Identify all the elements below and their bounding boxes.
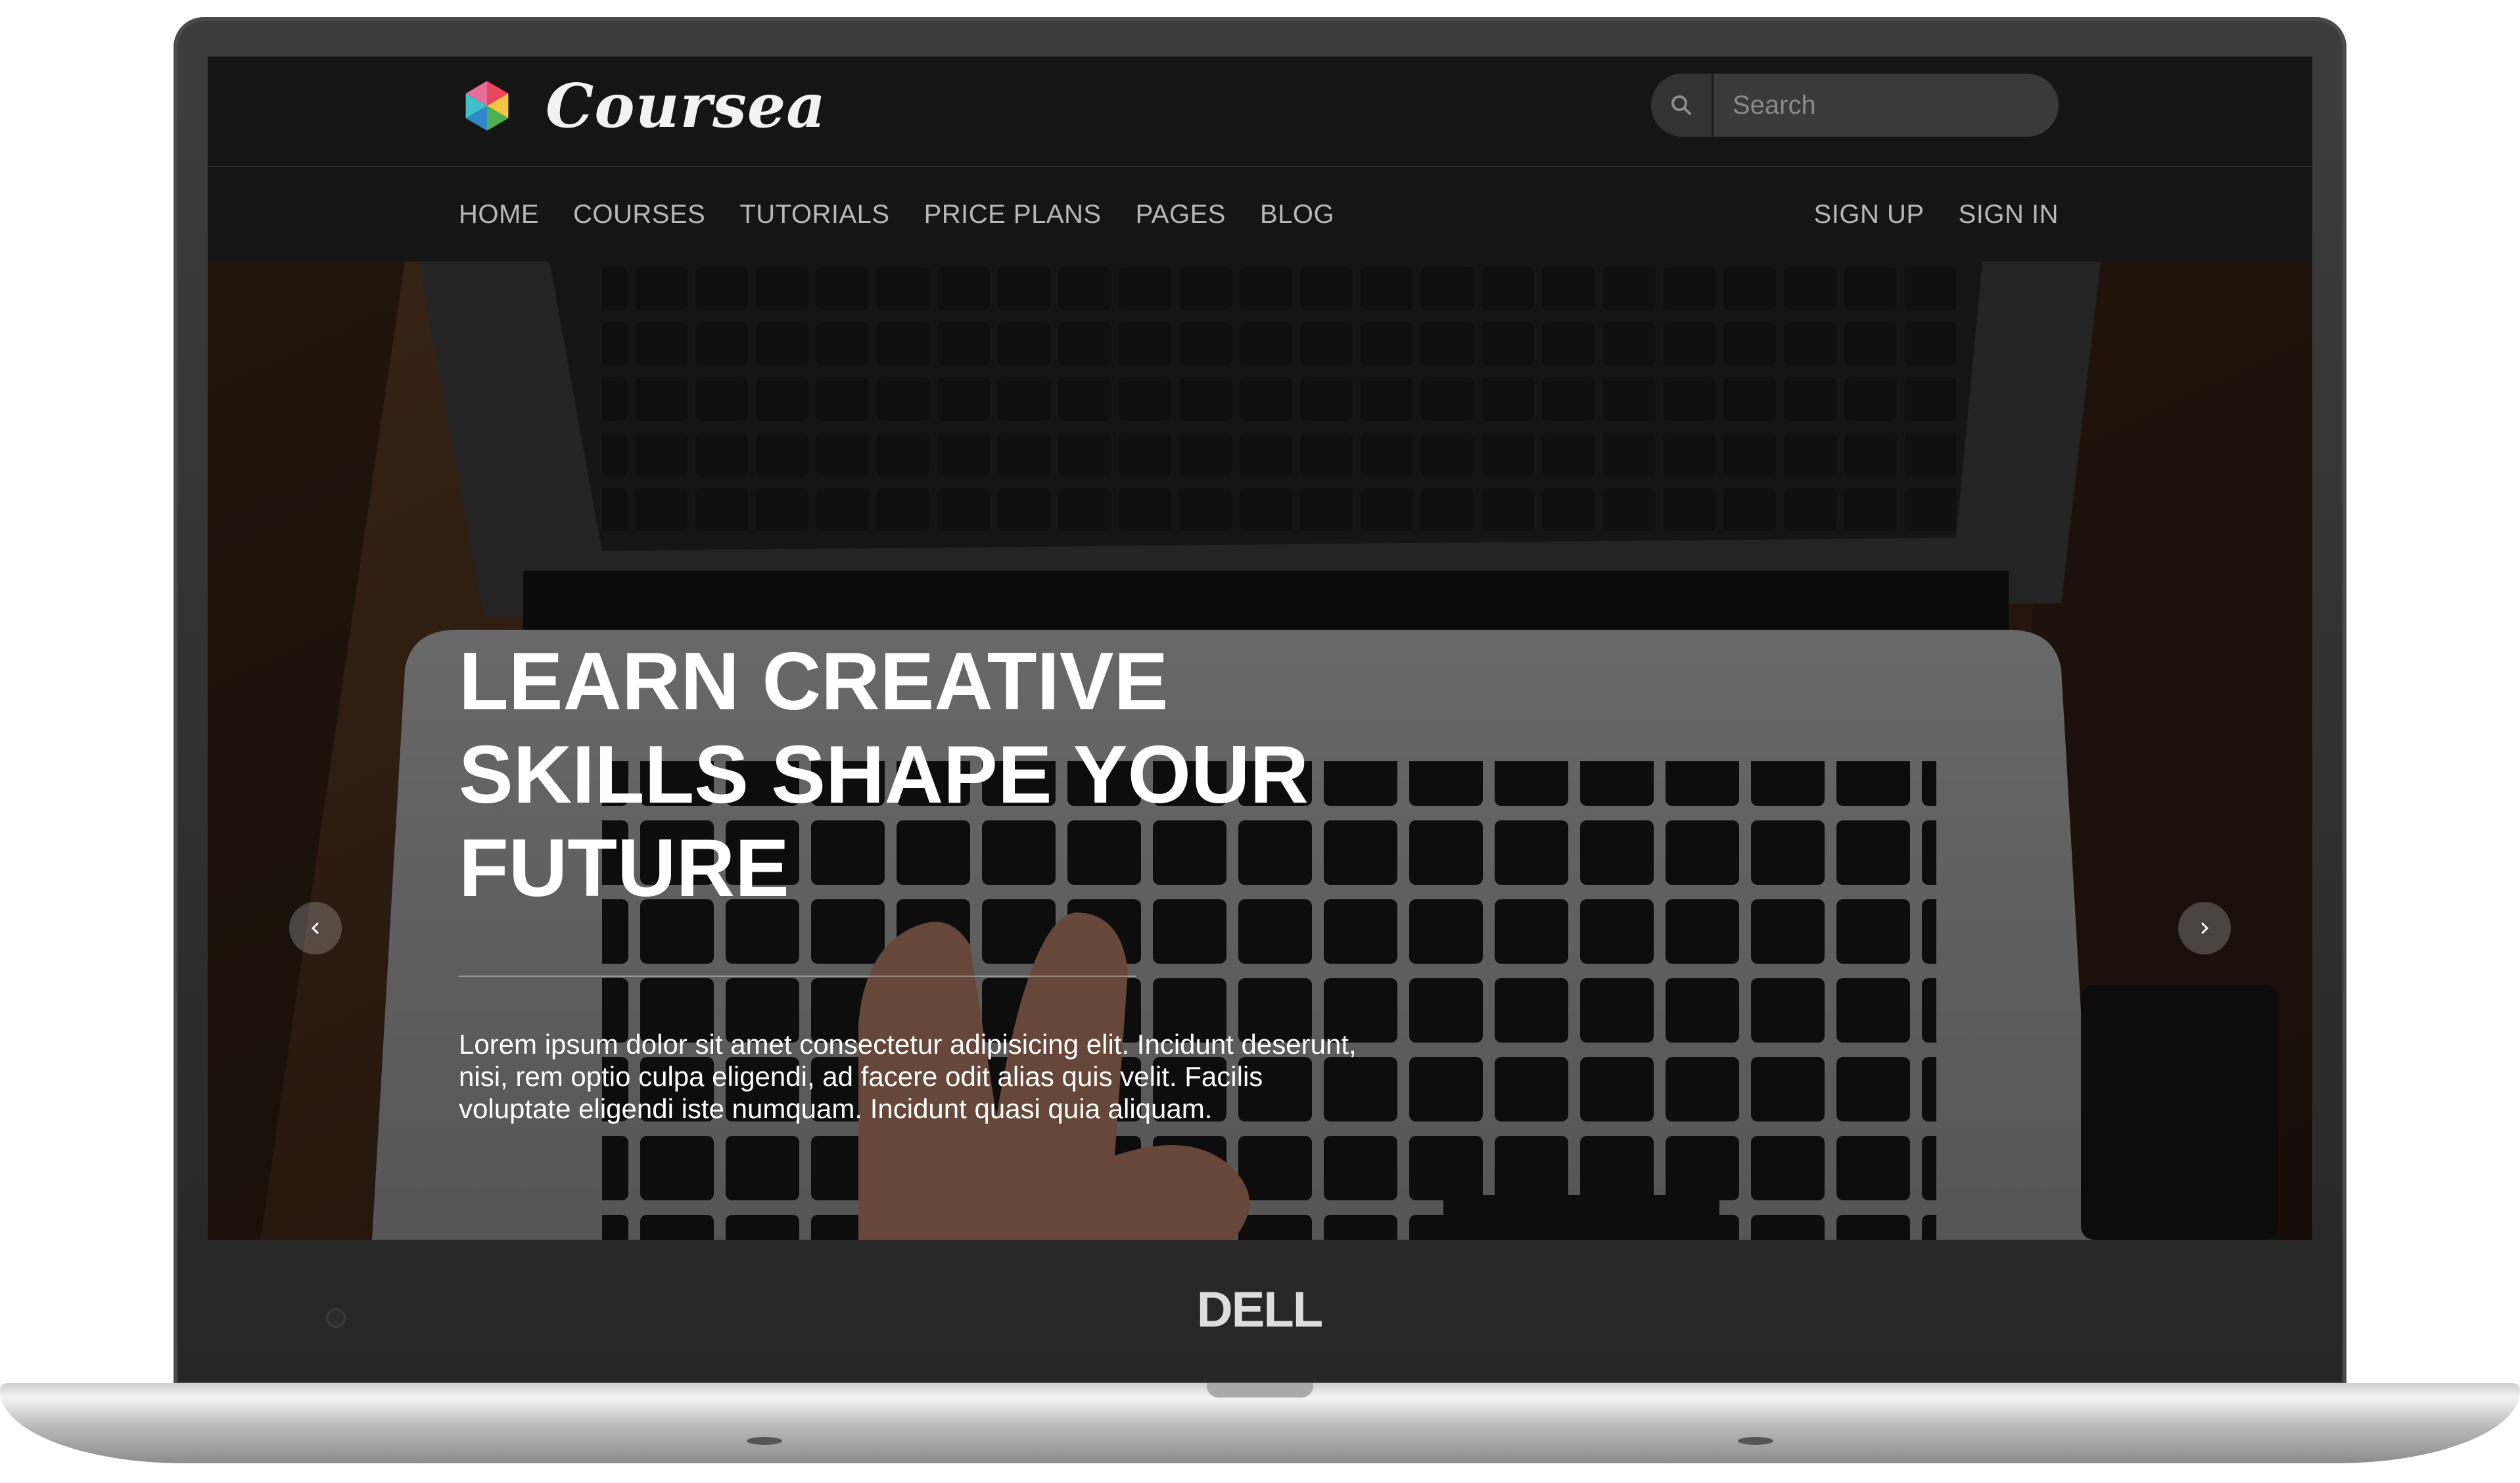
nav-home[interactable]: HOME xyxy=(459,200,539,229)
nav-left: HOME COURSES TUTORIALS PRICE PLANS PAGES… xyxy=(459,167,1334,262)
nav-blog[interactable]: BLOG xyxy=(1260,200,1334,229)
camera-icon xyxy=(326,1308,346,1328)
laptop-notch xyxy=(1207,1383,1313,1398)
laptop-screen: Coursea HOME COURSES TUTORIALS PRICE PLA… xyxy=(208,57,2312,1240)
logo-icon[interactable] xyxy=(457,76,517,135)
hero-text-line: nisi, rem optio culpa eligendi, ad facer… xyxy=(459,1061,1263,1092)
nav-pages[interactable]: PAGES xyxy=(1136,200,1226,229)
search-button[interactable] xyxy=(1651,74,1714,137)
hero-slider: LEARN CREATIVE SKILLS SHAPE YOUR FUTURE … xyxy=(208,262,2312,1240)
main-nav: HOME COURSES TUTORIALS PRICE PLANS PAGES… xyxy=(208,167,2312,262)
hero-title-line: FUTURE xyxy=(459,823,789,914)
hero-text-line: voluptate eligendi iste numquam. Incidun… xyxy=(459,1093,1213,1124)
laptop-foot xyxy=(1738,1437,1773,1445)
hero-divider xyxy=(459,976,1136,977)
nav-price-plans[interactable]: PRICE PLANS xyxy=(924,200,1102,229)
sign-up-link[interactable]: SIGN UP xyxy=(1814,200,1925,229)
slider-prev-button[interactable] xyxy=(289,902,342,954)
site-logo[interactable]: Coursea xyxy=(546,70,826,142)
brand-logo: DELL xyxy=(1196,1282,1323,1338)
search-box xyxy=(1651,74,2059,137)
hero-text-line: Lorem ipsum dolor sit amet consectetur a… xyxy=(459,1029,1357,1060)
nav-courses[interactable]: COURSES xyxy=(573,200,705,229)
nav-right: SIGN UP SIGN IN xyxy=(1814,167,2059,262)
hero-title-line: SKILLS SHAPE YOUR xyxy=(459,730,1309,820)
hero-title-line: LEARN CREATIVE xyxy=(459,636,1169,727)
search-icon xyxy=(1671,95,1691,115)
hero-description: Lorem ipsum dolor sit amet consectetur a… xyxy=(459,1028,1432,1125)
hero-title: LEARN CREATIVE SKILLS SHAPE YOUR FUTURE xyxy=(459,635,1445,915)
site-header: Coursea xyxy=(208,57,2312,167)
nav-tutorials[interactable]: TUTORIALS xyxy=(739,200,889,229)
search-input[interactable] xyxy=(1714,74,2059,137)
sign-in-link[interactable]: SIGN IN xyxy=(1959,200,2059,229)
laptop-mockup: DELL Coursea Search HOME COURSES TUTORIA… xyxy=(0,0,2520,1483)
chevron-left-icon xyxy=(312,922,319,934)
slider-next-button[interactable] xyxy=(2178,902,2231,954)
chevron-right-icon xyxy=(2201,922,2208,934)
laptop-foot xyxy=(747,1437,782,1445)
